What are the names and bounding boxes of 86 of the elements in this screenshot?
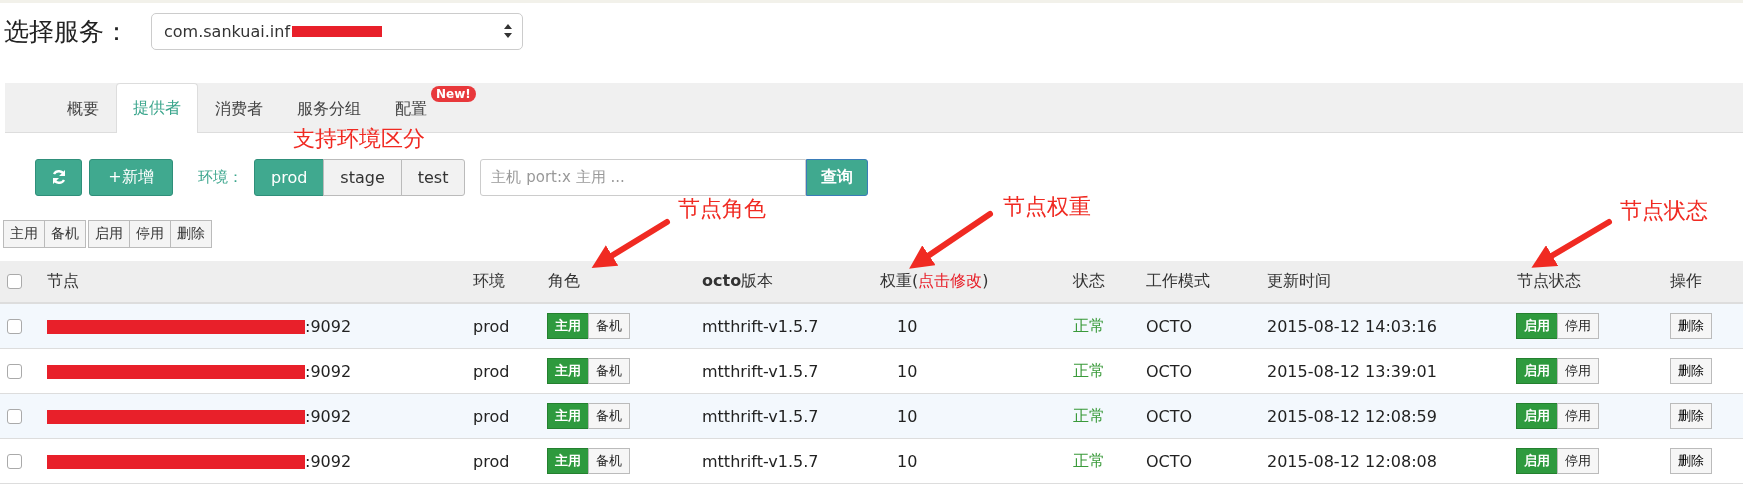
table-cell: 2015-08-12 12:08:08 [1267, 451, 1437, 471]
refresh-button[interactable] [35, 158, 82, 196]
state-toggle[interactable]: 启用 [1516, 448, 1558, 474]
table-cell: prod [473, 451, 510, 471]
table-cell: OCTO [1146, 361, 1193, 381]
state-toggle[interactable]: 启用 [1516, 358, 1558, 384]
table-cell: mtthrift-v1.5.7 [702, 406, 819, 426]
state-toggle[interactable]: 停用 [1557, 448, 1599, 474]
role-toggle[interactable]: 备机 [588, 313, 630, 339]
updown-caret-icon [504, 23, 512, 38]
column-header: 权重(点击修改) [880, 271, 989, 290]
role-toggle[interactable]: 备机 [588, 448, 630, 474]
table-cell: mtthrift-v1.5.7 [702, 361, 819, 381]
edit-link[interactable]: 点击修改 [918, 271, 983, 290]
env-tab[interactable]: test [400, 158, 466, 196]
annotation-label: 节点状态 [1620, 197, 1708, 225]
state-toggle[interactable]: 启用 [1516, 313, 1558, 339]
delete-button[interactable]: 删除 [1670, 403, 1712, 429]
role-toggle[interactable]: 主用 [547, 358, 589, 384]
table-cell: :9092 [305, 452, 352, 471]
status-text: 正常 [1073, 360, 1105, 380]
role-toggle[interactable]: 备机 [588, 403, 630, 429]
env-tab[interactable]: stage [323, 158, 402, 196]
batch-button[interactable]: 主用 [3, 220, 45, 248]
role-toggle[interactable]: 主用 [547, 313, 589, 339]
field-label: 选择服务： [4, 15, 129, 48]
table-cell: 2015-08-12 13:39:01 [1267, 361, 1437, 381]
checkbox[interactable] [7, 363, 22, 379]
annotation-label: 节点权重 [1003, 193, 1091, 221]
annotation-label: 节点角色 [678, 195, 766, 223]
column-header: 角色 [548, 271, 580, 290]
tab[interactable]: 消费者 [198, 84, 280, 133]
column-header: 状态 [1073, 271, 1105, 290]
status-text: 正常 [1073, 315, 1105, 335]
checkbox[interactable] [7, 453, 22, 469]
checkbox[interactable] [7, 274, 22, 289]
state-toggle[interactable]: 停用 [1557, 313, 1599, 339]
table-cell: :9092 [305, 362, 352, 381]
batch-button[interactable]: 备机 [44, 220, 86, 248]
tab[interactable]: 概要 [50, 84, 116, 133]
table-cell: 10 [897, 406, 918, 426]
refresh-icon [50, 169, 67, 185]
table-cell: 2015-08-12 12:08:59 [1267, 406, 1437, 426]
env-label: 环境： [198, 167, 243, 187]
table-cell: mtthrift-v1.5.7 [702, 316, 819, 336]
table-cell: OCTO [1146, 451, 1193, 471]
state-toggle[interactable]: 启用 [1516, 403, 1558, 429]
state-toggle[interactable]: 停用 [1557, 358, 1599, 384]
checkbox[interactable] [7, 318, 22, 334]
table-cell: 10 [897, 316, 918, 336]
table-cell: 10 [897, 361, 918, 381]
checkbox[interactable] [7, 408, 22, 424]
table-cell: :9092 [305, 407, 352, 426]
batch-button[interactable]: 启用 [88, 220, 130, 248]
table-cell: 2015-08-12 14:03:16 [1267, 316, 1437, 336]
table-cell: 10 [897, 451, 918, 471]
status-text: 正常 [1073, 450, 1105, 470]
column-header: 更新时间 [1267, 271, 1331, 290]
annotation-label: 支持环境区分 [293, 125, 425, 153]
delete-button[interactable]: 删除 [1670, 358, 1712, 384]
delete-button[interactable]: 删除 [1670, 313, 1712, 339]
new-badge: New! [431, 86, 476, 102]
column-header: 工作模式 [1146, 271, 1210, 290]
column-header: 节点 [47, 271, 79, 290]
table-cell: OCTO [1146, 316, 1193, 336]
column-header: 节点状态 [1517, 271, 1581, 290]
table-cell: OCTO [1146, 406, 1193, 426]
table-cell: prod [473, 361, 510, 381]
column-header: octo版本 [702, 271, 774, 290]
column-header: 操作 [1670, 271, 1702, 290]
select-value: com.sankuai.inf [164, 21, 290, 41]
service-select[interactable]: com.sankuai.inf [151, 12, 523, 50]
role-toggle[interactable]: 主用 [547, 403, 589, 429]
table-cell: mtthrift-v1.5.7 [702, 451, 819, 471]
column-header: 环境 [473, 271, 505, 290]
table-cell: :9092 [305, 317, 352, 336]
table-cell: prod [473, 406, 510, 426]
delete-button[interactable]: 删除 [1670, 448, 1712, 474]
status-text: 正常 [1073, 405, 1105, 425]
batch-button[interactable]: 删除 [170, 220, 212, 248]
table-cell: prod [473, 316, 510, 336]
role-toggle[interactable]: 备机 [588, 358, 630, 384]
state-toggle[interactable]: 停用 [1557, 403, 1599, 429]
role-toggle[interactable]: 主用 [547, 448, 589, 474]
batch-button[interactable]: 停用 [129, 220, 171, 248]
search-field[interactable]: 主机 port:x 主用 ... [480, 158, 807, 196]
